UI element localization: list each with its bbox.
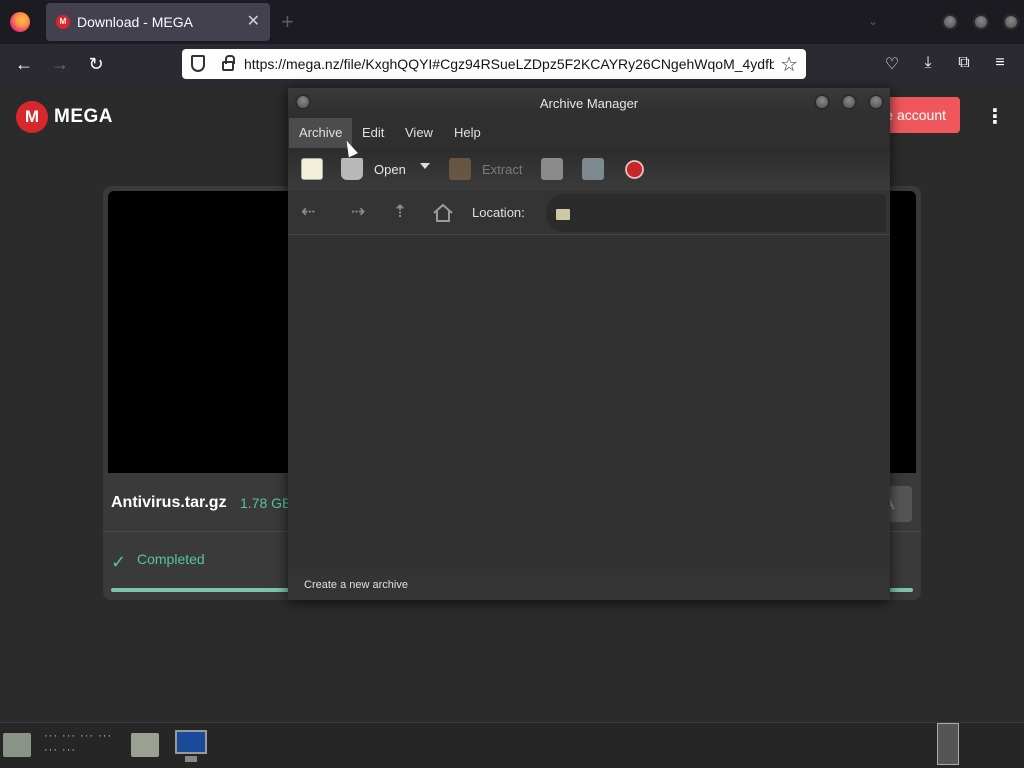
reload-button[interactable]: ↻: [84, 52, 108, 76]
lock-icon[interactable]: [222, 55, 235, 71]
open-button[interactable]: Open: [374, 162, 406, 177]
close-button[interactable]: [868, 94, 884, 110]
new-archive-icon[interactable]: [301, 158, 323, 180]
window-titlebar[interactable]: Archive Manager: [288, 88, 890, 118]
add-folder-icon[interactable]: [582, 158, 604, 180]
mega-brand-name[interactable]: MEGA: [54, 106, 113, 128]
stop-icon[interactable]: [625, 160, 644, 179]
up-arrow-icon[interactable]: ⇡: [393, 202, 407, 222]
firefox-icon[interactable]: [10, 12, 30, 32]
file-manager-icon[interactable]: [3, 733, 31, 757]
extensions-icon[interactable]: ⧉: [954, 54, 974, 72]
extract-icon[interactable]: [449, 158, 471, 180]
back-arrow-icon[interactable]: ⇠: [301, 202, 315, 222]
mega-logo-icon[interactable]: M: [16, 101, 48, 133]
open-archive-icon[interactable]: [341, 158, 363, 180]
minimize-window-button[interactable]: [942, 14, 958, 30]
menu-help[interactable]: Help: [444, 118, 491, 148]
location-label: Location:: [472, 205, 525, 220]
check-icon: ✓: [111, 552, 127, 572]
file-size: 1.78 GB: [240, 495, 292, 511]
menu-bar: Archive Edit View Help: [288, 118, 890, 148]
home-icon[interactable]: [432, 203, 454, 223]
more-options-icon[interactable]: ⋮: [985, 104, 1005, 129]
close-window-button[interactable]: [1003, 14, 1019, 30]
maximize-button[interactable]: [841, 94, 857, 110]
navigation-toolbar: ← → ↻ https://mega.nz/file/KxghQQYI#Cgz9…: [0, 44, 1024, 84]
add-files-icon[interactable]: [541, 158, 563, 180]
url-bar[interactable]: https://mega.nz/file/KxghQQYI#Cgz94RSueL…: [182, 49, 806, 79]
pocket-icon[interactable]: ♡: [882, 54, 902, 74]
mega-favicon-icon: M: [56, 15, 70, 29]
window-title: Archive Manager: [539, 96, 639, 111]
shield-icon[interactable]: [191, 55, 205, 72]
minimize-button[interactable]: [814, 94, 830, 110]
new-tab-button[interactable]: +: [281, 9, 294, 35]
toolbar: Open Extract: [288, 148, 890, 190]
taskbar-panel: ··· ··· ··· ··· ··· ···: [0, 722, 1024, 768]
tab-title: Download - MEGA: [77, 14, 193, 30]
forward-arrow-icon[interactable]: ⇢: [351, 202, 365, 222]
maximize-window-button[interactable]: [973, 14, 989, 30]
tab-mega-download[interactable]: M Download - MEGA ✕: [46, 3, 270, 41]
tab-bar: M Download - MEGA ✕ + ⌄: [0, 0, 1024, 44]
terminal-monitor-icon[interactable]: [175, 730, 207, 762]
list-all-tabs-button[interactable]: ⌄: [868, 14, 878, 28]
menu-view[interactable]: View: [395, 118, 443, 148]
url-text[interactable]: https://mega.nz/file/KxghQQYI#Cgz94RSueL…: [244, 56, 774, 72]
open-dropdown-icon[interactable]: [420, 163, 430, 169]
forward-button[interactable]: →: [48, 52, 72, 76]
archive-file-list[interactable]: [288, 234, 890, 574]
star-icon[interactable]: ☆: [780, 52, 798, 77]
location-bar: ⇠ ⇢ ⇡ Location:: [288, 190, 890, 234]
back-button[interactable]: ←: [12, 52, 36, 76]
menu-edit[interactable]: Edit: [352, 118, 394, 148]
location-field[interactable]: [546, 194, 886, 232]
workspace-switcher[interactable]: ··· ··· ··· ··· ··· ···: [44, 729, 124, 763]
home-folder-icon[interactable]: [131, 733, 159, 757]
extract-button[interactable]: Extract: [482, 162, 522, 177]
status-bar-text: Create a new archive: [304, 579, 408, 591]
folder-icon: [556, 209, 570, 220]
file-name: Antivirus.tar.gz: [111, 494, 227, 511]
download-icon[interactable]: ⤓: [918, 54, 938, 72]
trash-icon[interactable]: [937, 723, 959, 765]
archive-manager-window: Archive Manager Archive Edit View Help O…: [288, 88, 890, 600]
close-tab-icon[interactable]: ✕: [247, 11, 260, 31]
menu-icon[interactable]: ≡: [990, 54, 1010, 72]
download-status: Completed: [137, 551, 205, 567]
